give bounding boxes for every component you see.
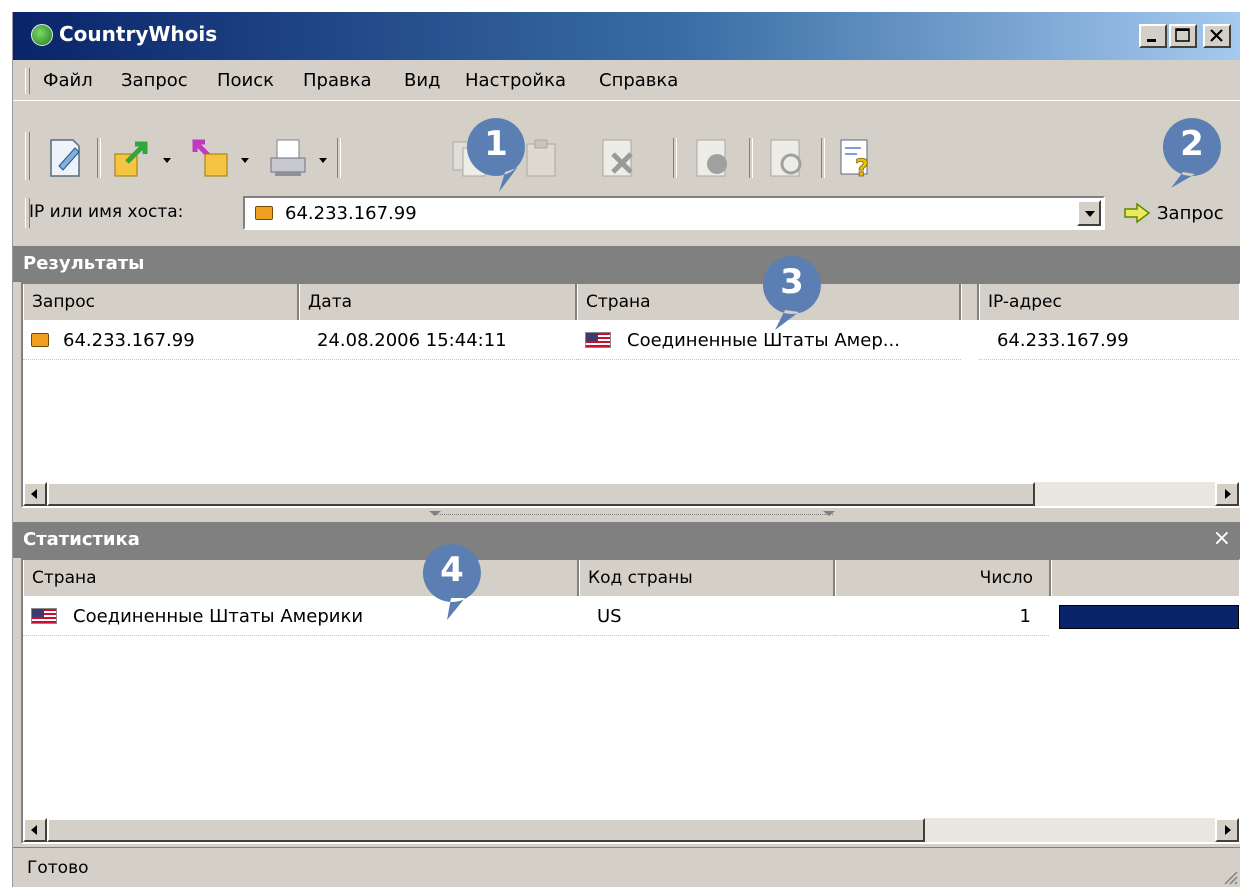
column-query[interactable]: Запрос bbox=[23, 284, 299, 320]
menu-help[interactable]: Справка bbox=[599, 70, 678, 91]
menu-settings[interactable]: Настройка bbox=[465, 70, 566, 91]
minimize-button[interactable] bbox=[1139, 24, 1167, 48]
callout-number: 2 bbox=[1180, 124, 1204, 164]
import-dropdown-icon[interactable] bbox=[241, 158, 249, 163]
menu-query[interactable]: Запрос bbox=[121, 70, 188, 91]
us-flag-icon bbox=[31, 608, 57, 624]
host-icon bbox=[31, 333, 49, 347]
combo-dropdown-button[interactable] bbox=[1077, 200, 1101, 226]
app-window: CountryWhois Файл Запрос Поиск Правка Ви… bbox=[12, 12, 1240, 887]
print-dropdown-icon[interactable] bbox=[319, 158, 327, 163]
print-icon[interactable] bbox=[267, 138, 311, 178]
maximize-button[interactable] bbox=[1169, 24, 1197, 48]
column-spacer[interactable] bbox=[961, 284, 979, 320]
statistics-list[interactable]: Страна Код страны Число Соединенные Штат… bbox=[21, 558, 1240, 844]
callout-3: 3 bbox=[761, 254, 823, 330]
statistics-panel-header: Статистика × bbox=[13, 522, 1240, 558]
cell-bar bbox=[1051, 598, 1239, 636]
results-header: Запрос Дата Страна IP-адрес bbox=[23, 284, 1239, 320]
toolbar-separator bbox=[673, 138, 677, 178]
toolbar-grip[interactable] bbox=[25, 132, 30, 180]
scroll-right-button[interactable] bbox=[1215, 818, 1239, 842]
info-icon[interactable] bbox=[693, 138, 733, 178]
toolbar-separator bbox=[337, 138, 341, 178]
cell-count: 1 bbox=[835, 598, 1049, 636]
column-ip[interactable]: IP-адрес bbox=[979, 284, 1239, 320]
panel-splitter[interactable] bbox=[13, 508, 1240, 522]
toolbar-separator bbox=[749, 138, 753, 178]
query-text: 64.233.167.99 bbox=[63, 330, 195, 351]
toolbar-separator bbox=[821, 138, 825, 178]
scroll-left-button[interactable] bbox=[23, 482, 47, 506]
status-text: Готово bbox=[27, 858, 89, 878]
window-title: CountryWhois bbox=[59, 22, 218, 46]
menu-bar: Файл Запрос Поиск Правка Вид Настройка С… bbox=[13, 62, 1240, 101]
column-date[interactable]: Дата bbox=[299, 284, 577, 320]
results-title: Результаты bbox=[23, 253, 145, 274]
menu-view[interactable]: Вид bbox=[404, 70, 441, 91]
callout-1: 1 bbox=[465, 116, 527, 192]
callout-number: 4 bbox=[440, 550, 464, 590]
callout-4: 4 bbox=[421, 542, 483, 620]
address-label: IP или имя хоста: bbox=[29, 202, 184, 222]
cell-date: 24.08.2006 15:44:11 bbox=[299, 322, 577, 360]
app-globe-icon bbox=[31, 24, 53, 46]
splitter-line bbox=[433, 514, 833, 515]
stat-bar bbox=[1059, 605, 1239, 629]
statistics-title: Статистика bbox=[23, 529, 140, 550]
statistics-close-button[interactable]: × bbox=[1213, 526, 1231, 551]
us-flag-icon bbox=[585, 332, 611, 348]
title-bar[interactable]: CountryWhois bbox=[13, 12, 1240, 60]
scroll-right-button[interactable] bbox=[1215, 482, 1239, 506]
results-horizontal-scrollbar[interactable] bbox=[23, 482, 1239, 506]
results-panel-header: Результаты bbox=[13, 246, 1240, 282]
statistics-horizontal-scrollbar[interactable] bbox=[23, 818, 1239, 842]
resize-grip-icon[interactable] bbox=[1221, 868, 1239, 886]
menu-grip[interactable] bbox=[25, 68, 30, 94]
export-dropdown-icon[interactable] bbox=[163, 158, 171, 163]
query-button-label: Запрос bbox=[1157, 203, 1224, 224]
statistics-header: Страна Код страны Число bbox=[23, 560, 1239, 596]
import-icon[interactable] bbox=[189, 138, 233, 178]
column-bar[interactable] bbox=[1051, 560, 1239, 596]
export-icon[interactable] bbox=[111, 138, 155, 178]
host-value[interactable]: 64.233.167.99 bbox=[285, 203, 417, 224]
callout-number: 1 bbox=[484, 124, 508, 164]
svg-text:?: ? bbox=[855, 154, 869, 178]
cell-code: US bbox=[579, 598, 835, 636]
close-button[interactable] bbox=[1203, 24, 1231, 48]
status-bar: Готово bbox=[13, 847, 1240, 887]
scroll-left-button[interactable] bbox=[23, 818, 47, 842]
cell-ip: 64.233.167.99 bbox=[979, 322, 1239, 360]
help-icon[interactable]: ? bbox=[837, 138, 877, 178]
column-country-code[interactable]: Код страны bbox=[579, 560, 835, 596]
address-row: IP или имя хоста: 64.233.167.99 Запрос bbox=[13, 188, 1240, 238]
menu-file[interactable]: Файл bbox=[43, 70, 93, 91]
delete-icon[interactable] bbox=[599, 138, 639, 178]
callout-2: 2 bbox=[1161, 116, 1223, 188]
table-row[interactable]: 64.233.167.99 24.08.2006 15:44:11 Соедин… bbox=[23, 322, 1239, 360]
refresh-icon[interactable] bbox=[767, 138, 807, 178]
cell-query: 64.233.167.99 bbox=[23, 322, 299, 360]
table-row[interactable]: Соединенные Штаты Америки US 1 bbox=[23, 598, 1239, 636]
callout-number: 3 bbox=[780, 262, 804, 302]
results-list[interactable]: Запрос Дата Страна IP-адрес 64.233.167.9… bbox=[21, 282, 1240, 508]
scroll-thumb[interactable] bbox=[47, 482, 1035, 506]
menu-search[interactable]: Поиск bbox=[217, 70, 274, 91]
toolbar: ? bbox=[13, 102, 1240, 186]
scroll-thumb[interactable] bbox=[47, 818, 925, 842]
arrow-right-icon bbox=[1124, 202, 1151, 224]
splitter-arrow-icon bbox=[823, 511, 835, 516]
menu-edit[interactable]: Правка bbox=[303, 70, 372, 91]
toolbar-separator bbox=[97, 138, 101, 178]
column-count[interactable]: Число bbox=[835, 560, 1051, 596]
country-text: Соединенные Штаты Америки bbox=[73, 606, 364, 627]
new-query-icon[interactable] bbox=[45, 138, 85, 178]
host-icon bbox=[255, 206, 273, 220]
host-combo-input[interactable]: 64.233.167.99 bbox=[243, 196, 1105, 230]
stat-bar-track bbox=[1059, 605, 1239, 629]
